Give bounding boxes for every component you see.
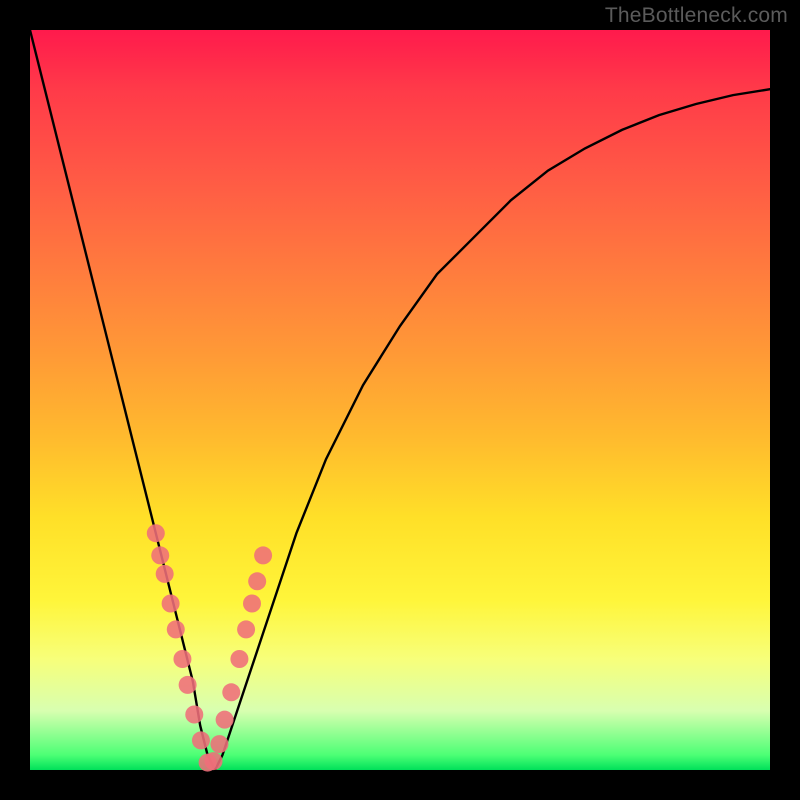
- marker-dot: [156, 565, 174, 583]
- plot-area: [30, 30, 770, 770]
- bottleneck-curve: [30, 30, 770, 770]
- marker-dot: [192, 731, 210, 749]
- marker-dot: [147, 524, 165, 542]
- marker-dot: [222, 683, 240, 701]
- marker-dot: [248, 572, 266, 590]
- marker-dot: [237, 620, 255, 638]
- marker-dot: [151, 546, 169, 564]
- watermark-text: TheBottleneck.com: [605, 4, 788, 28]
- chart-svg: [30, 30, 770, 770]
- marker-dot: [254, 546, 272, 564]
- marker-dot: [205, 752, 223, 770]
- chart-frame: TheBottleneck.com: [0, 0, 800, 800]
- marker-dot: [210, 735, 228, 753]
- marker-dot: [167, 620, 185, 638]
- marker-dot: [179, 676, 197, 694]
- marker-group: [147, 524, 272, 771]
- marker-dot: [243, 595, 261, 613]
- marker-dot: [162, 595, 180, 613]
- marker-dot: [173, 650, 191, 668]
- marker-dot: [230, 650, 248, 668]
- marker-dot: [216, 711, 234, 729]
- marker-dot: [185, 706, 203, 724]
